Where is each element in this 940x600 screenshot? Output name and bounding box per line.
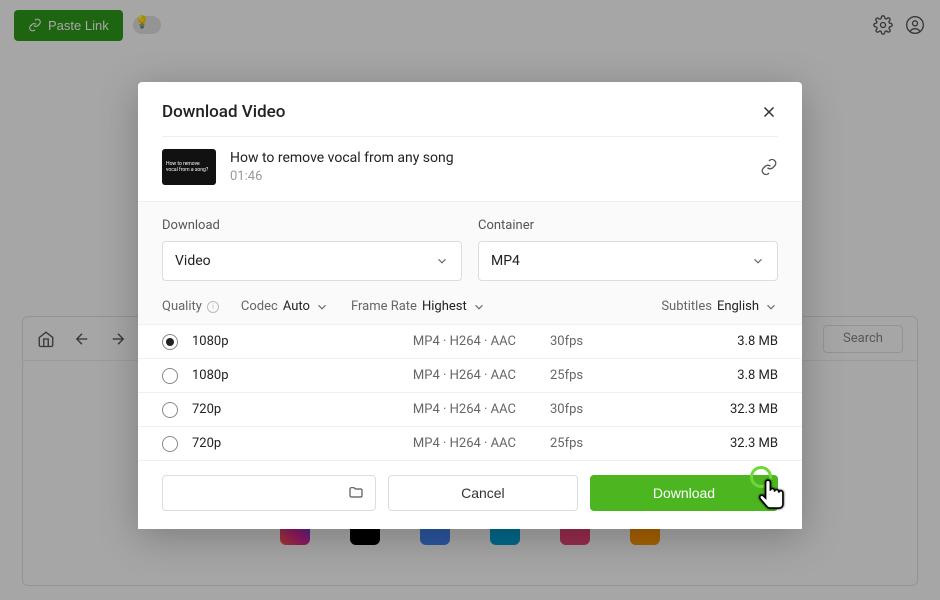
video-info-row: How to remove vocal from a song? How to … [138, 137, 802, 201]
save-path-field[interactable] [162, 475, 376, 511]
info-icon[interactable]: i [207, 301, 219, 313]
folder-icon [347, 485, 365, 501]
radio-icon [162, 334, 178, 350]
video-title: How to remove vocal from any song [230, 150, 746, 166]
quality-option[interactable]: 1080p MP4 · H264 · AAC 25fps 3.8 MB [138, 358, 802, 392]
modal-title: Download Video [162, 102, 285, 122]
quality-codec: MP4 · H264 · AAC [386, 402, 516, 417]
download-type-value: Video [175, 253, 211, 269]
quality-resolution: 1080p [192, 334, 372, 349]
quality-option[interactable]: 720p MP4 · H264 · AAC 25fps 32.3 MB [138, 426, 802, 460]
download-button[interactable]: Download [590, 475, 778, 511]
chevron-down-icon [751, 254, 765, 268]
quality-codec: MP4 · H264 · AAC [386, 334, 516, 349]
download-type-label: Download [162, 218, 462, 233]
download-modal: Download Video How to remove vocal from … [138, 82, 802, 529]
quality-list: 1080p MP4 · H264 · AAC 30fps 3.8 MB 1080p MP4… [138, 324, 802, 460]
close-icon[interactable] [760, 103, 778, 121]
chevron-down-icon [315, 300, 329, 314]
chevron-down-icon [472, 300, 486, 314]
cancel-button[interactable]: Cancel [388, 475, 578, 511]
radio-icon [162, 402, 178, 418]
quality-fps: 30fps [530, 402, 590, 417]
quality-size: 32.3 MB [604, 436, 778, 451]
quality-fps: 25fps [530, 368, 590, 383]
quality-size: 32.3 MB [604, 402, 778, 417]
video-duration: 01:46 [230, 169, 746, 184]
chevron-down-icon [435, 254, 449, 268]
quality-codec: MP4 · H264 · AAC [386, 368, 516, 383]
quality-resolution: 1080p [192, 368, 372, 383]
quality-resolution: 720p [192, 436, 372, 451]
link-icon[interactable] [760, 158, 778, 176]
quality-resolution: 720p [192, 402, 372, 417]
radio-icon [162, 368, 178, 384]
quality-size: 3.8 MB [604, 368, 778, 383]
container-value: MP4 [491, 253, 520, 269]
video-thumbnail: How to remove vocal from a song? [162, 149, 216, 185]
framerate-filter[interactable]: Frame Rate Highest [351, 299, 486, 314]
container-select[interactable]: MP4 [478, 241, 778, 281]
quality-size: 3.8 MB [604, 334, 778, 349]
quality-fps: 25fps [530, 436, 590, 451]
quality-codec: MP4 · H264 · AAC [386, 436, 516, 451]
subtitles-filter[interactable]: Subtitles English [661, 299, 778, 314]
quality-option[interactable]: 720p MP4 · H264 · AAC 30fps 32.3 MB [138, 392, 802, 426]
radio-icon [162, 436, 178, 452]
quality-option[interactable]: 1080p MP4 · H264 · AAC 30fps 3.8 MB [138, 324, 802, 358]
container-label: Container [478, 218, 778, 233]
quality-fps: 30fps [530, 334, 590, 349]
quality-filter: Quality i [162, 299, 219, 314]
codec-filter[interactable]: Codec Auto [241, 299, 329, 314]
download-type-select[interactable]: Video [162, 241, 462, 281]
chevron-down-icon [764, 300, 778, 314]
